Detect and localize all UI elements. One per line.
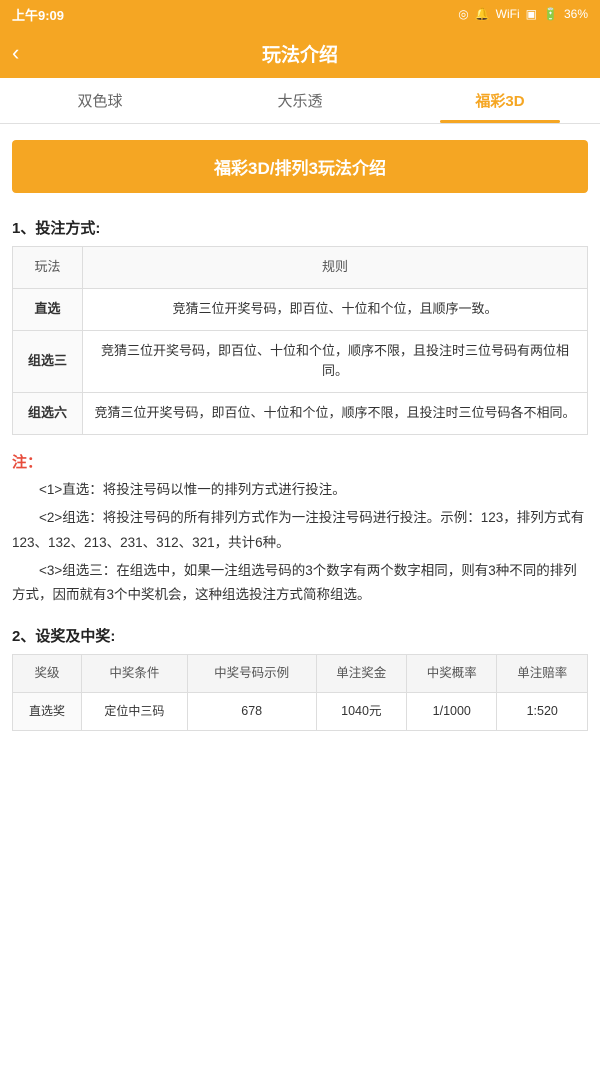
table-row: 直选 竞猜三位开奖号码，即百位、十位和个位，且顺序一致。 (13, 288, 588, 330)
prize-col-ratio: 单注赔率 (497, 655, 588, 693)
wifi-icon: WiFi (496, 7, 520, 21)
prize-amount: 1040元 (316, 693, 406, 731)
mute-icon: 🔔 (475, 7, 490, 21)
tab-福彩3D[interactable]: 福彩3D (400, 78, 600, 123)
header: ‹ 玩法介绍 (0, 28, 600, 78)
header-title: 玩法介绍 (262, 40, 338, 67)
play-rule-组选六: 竞猜三位开奖号码，即百位、十位和个位，顺序不限，且投注时三位号码各不相同。 (83, 393, 588, 435)
prize-col-example: 中奖号码示例 (187, 655, 316, 693)
prize-condition: 定位中三码 (82, 693, 188, 731)
battery-percent: 36% (564, 7, 588, 21)
note-body: <1>直选：将投注号码以惟一的排列方式进行投注。 <2>组选：将投注号码的所有排… (12, 478, 588, 607)
table-row: 直选奖 定位中三码 678 1040元 1/1000 1:520 (13, 693, 588, 731)
status-icons: ◎ 🔔 WiFi ▣ 🔋 36% (458, 7, 588, 21)
prize-col-level: 奖级 (13, 655, 82, 693)
play-name-直选: 直选 (13, 288, 83, 330)
prize-col-probability: 中奖概率 (407, 655, 497, 693)
note-section: 注： <1>直选：将投注号码以惟一的排列方式进行投注。 <2>组选：将投注号码的… (0, 435, 600, 621)
section2-heading: 2、设奖及中奖: (0, 621, 600, 654)
play-name-组选三: 组选三 (13, 330, 83, 393)
col-header-玩法: 玩法 (13, 247, 83, 289)
tab-双色球[interactable]: 双色球 (0, 78, 200, 123)
prize-probability: 1/1000 (407, 693, 497, 731)
prize-example: 678 (187, 693, 316, 731)
play-rule-组选三: 竞猜三位开奖号码，即百位、十位和个位，顺序不限，且投注时三位号码有两位相同。 (83, 330, 588, 393)
banner: 福彩3D/排列3玩法介绍 (12, 140, 588, 193)
table-row: 组选三 竞猜三位开奖号码，即百位、十位和个位，顺序不限，且投注时三位号码有两位相… (13, 330, 588, 393)
section1-heading: 1、投注方式: (0, 207, 600, 246)
prize-level: 直选奖 (13, 693, 82, 731)
banner-text: 福彩3D/排列3玩法介绍 (214, 159, 386, 178)
note-title: 注： (12, 454, 42, 471)
battery-icon: 🔋 (543, 7, 558, 21)
table-row: 组选六 竞猜三位开奖号码，即百位、十位和个位，顺序不限，且投注时三位号码各不相同… (13, 393, 588, 435)
prize-table: 奖级 中奖条件 中奖号码示例 单注奖金 中奖概率 单注赔率 直选奖 定位中三码 … (12, 654, 588, 731)
betting-table: 玩法 规则 直选 竞猜三位开奖号码，即百位、十位和个位，且顺序一致。 组选三 竞… (12, 246, 588, 435)
prize-col-prize: 单注奖金 (316, 655, 406, 693)
tab-bar: 双色球 大乐透 福彩3D (0, 78, 600, 124)
note-line-2: <2>组选：将投注号码的所有排列方式作为一注投注号码进行投注。示例：123，排列… (12, 506, 588, 555)
play-name-组选六: 组选六 (13, 393, 83, 435)
status-time: 上午9:09 (12, 5, 64, 24)
note-line-1: <1>直选：将投注号码以惟一的排列方式进行投注。 (12, 478, 588, 502)
note-line-3: <3>组选三：在组选中，如果一注组选号码的3个数字有两个数字相同，则有3种不同的… (12, 559, 588, 608)
col-header-规则: 规则 (83, 247, 588, 289)
play-rule-直选: 竞猜三位开奖号码，即百位、十位和个位，且顺序一致。 (83, 288, 588, 330)
alarm-icon: ◎ (458, 7, 468, 21)
back-button[interactable]: ‹ (12, 40, 19, 66)
signal-icon: ▣ (526, 7, 537, 21)
prize-ratio: 1:520 (497, 693, 588, 731)
status-bar: 上午9:09 ◎ 🔔 WiFi ▣ 🔋 36% (0, 0, 600, 28)
prize-col-condition: 中奖条件 (82, 655, 188, 693)
tab-大乐透[interactable]: 大乐透 (200, 78, 400, 123)
